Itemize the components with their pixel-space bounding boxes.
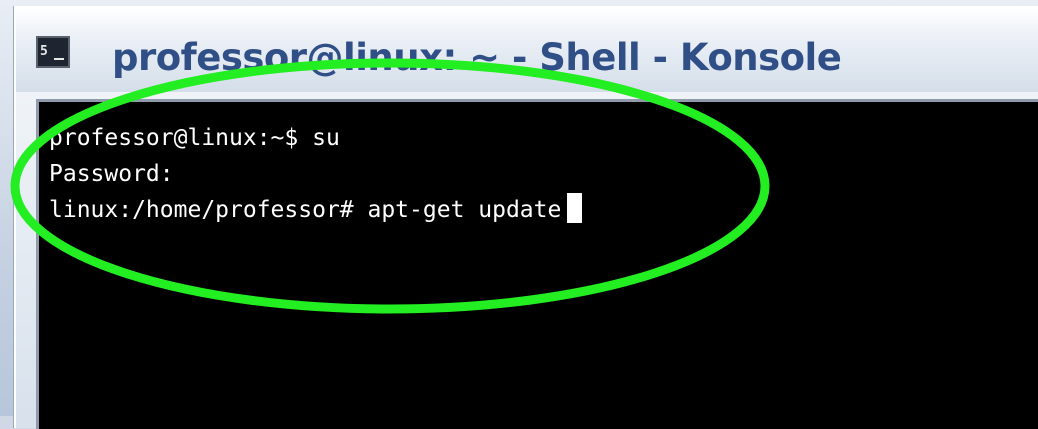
konsole-terminal-icon[interactable]: 5 — [36, 36, 70, 68]
app-icon-cursor-mark — [54, 58, 64, 60]
terminal-command-text: linux:/home/professor# apt-get update — [49, 197, 562, 223]
terminal-area[interactable]: professor@linux:~$ su Password: linux:/h… — [36, 99, 1038, 429]
terminal-line-2: Password: — [49, 161, 174, 187]
app-icon-glyph: 5 — [40, 44, 48, 59]
terminal-output: professor@linux:~$ su Password: linux:/h… — [49, 120, 583, 228]
window-title: professor@linux: ~ - Shell - Konsole — [112, 36, 842, 79]
terminal-line-3: linux:/home/professor# apt-get update — [49, 192, 583, 228]
terminal-cursor — [567, 193, 583, 223]
konsole-window: 5 professor@linux: ~ - Shell - Konsole p… — [14, 6, 1038, 429]
window-titlebar[interactable]: 5 professor@linux: ~ - Shell - Konsole — [16, 8, 1038, 92]
terminal-line-1: professor@linux:~$ su — [49, 125, 340, 151]
